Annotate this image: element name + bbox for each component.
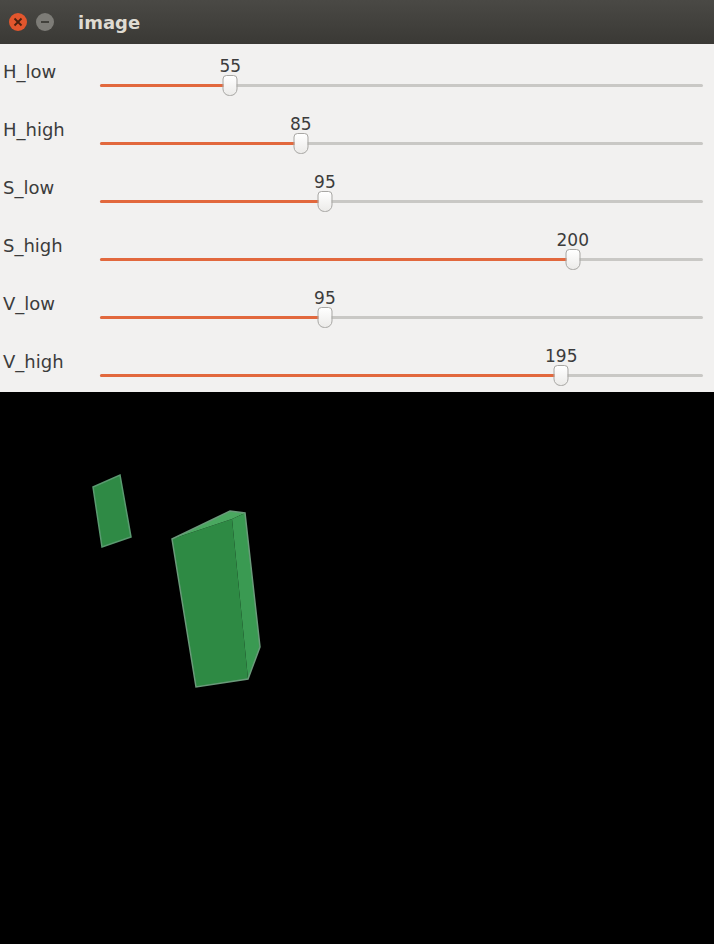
trackbar-label: H_high (0, 102, 100, 160)
trackbar-row: S_low 95 (0, 160, 714, 218)
trackbar-label: V_high (0, 334, 100, 392)
trackbar-value: 195 (545, 346, 577, 366)
masked-image (0, 392, 714, 944)
trackbar-row: H_high 85 (0, 102, 714, 160)
close-icon[interactable] (8, 12, 28, 32)
slider-track (100, 84, 703, 87)
trackbar-value: 200 (557, 230, 589, 250)
box-outline (172, 511, 260, 687)
trackbar-label: V_low (0, 276, 100, 334)
trackbar-label: H_low (0, 44, 100, 102)
trackbar-row: H_low 55 (0, 44, 714, 102)
slider-fill (100, 200, 325, 203)
trackbar-row: V_high 195 (0, 334, 714, 392)
trackbar-value: 95 (314, 288, 336, 308)
slider-thumb[interactable] (317, 307, 332, 328)
slider-fill (100, 84, 230, 87)
slider-track (100, 200, 703, 203)
image-window: image H_low 55 H_high 85 S_low 95 S_high… (0, 0, 714, 944)
slider-thumb[interactable] (223, 75, 238, 96)
slider-fill (100, 258, 573, 261)
trackbar-value: 95 (314, 172, 336, 192)
image-view (0, 392, 714, 944)
box-side-face (232, 513, 260, 679)
slider-fill (100, 142, 301, 145)
trackbar-slider[interactable]: 95 (100, 276, 703, 334)
slider-thumb[interactable] (293, 133, 308, 154)
trackbar-label: S_low (0, 160, 100, 218)
box-top-face (172, 511, 245, 539)
title-bar: image (0, 0, 714, 44)
slider-fill (100, 374, 561, 377)
trackbar-value: 85 (290, 114, 312, 134)
minimize-icon[interactable] (35, 12, 55, 32)
slider-track (100, 374, 703, 377)
slider-thumb[interactable] (565, 249, 580, 270)
slider-track (100, 316, 703, 319)
slider-track (100, 142, 703, 145)
window-title: image (78, 12, 140, 33)
trackbar-slider[interactable]: 55 (100, 44, 703, 102)
slider-thumb[interactable] (554, 365, 569, 386)
trackbar-slider[interactable]: 85 (100, 102, 703, 160)
slider-fill (100, 316, 325, 319)
trackbar-row: S_high 200 (0, 218, 714, 276)
trackbar-label: S_high (0, 218, 100, 276)
slider-thumb[interactable] (317, 191, 332, 212)
trackbar-row: V_low 95 (0, 276, 714, 334)
trackbar-value: 55 (219, 56, 241, 76)
trackbar-slider[interactable]: 200 (100, 218, 703, 276)
slider-track (100, 258, 703, 261)
trackbar-panel: H_low 55 H_high 85 S_low 95 S_high 200 V… (0, 44, 714, 392)
trackbar-slider[interactable]: 95 (100, 160, 703, 218)
small-box-shape (93, 475, 131, 547)
trackbar-slider[interactable]: 195 (100, 334, 703, 392)
